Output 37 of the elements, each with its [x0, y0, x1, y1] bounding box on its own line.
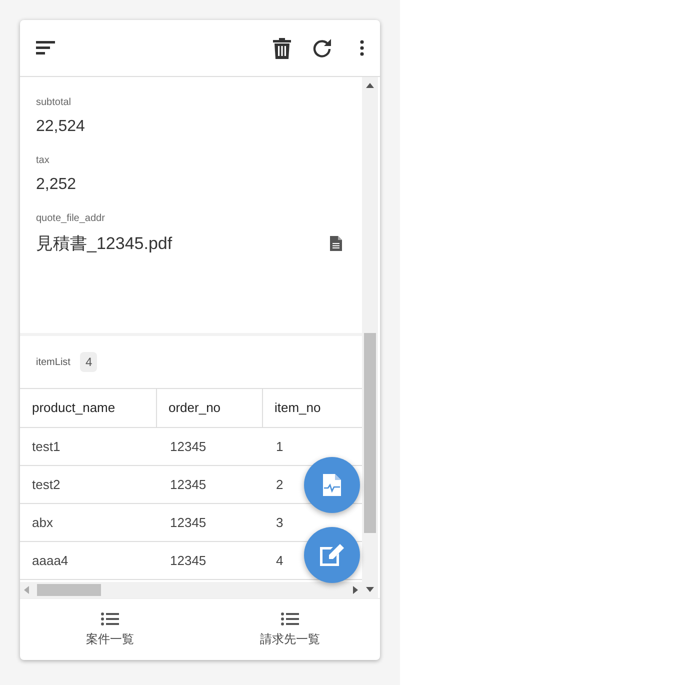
- field-label: subtotal: [36, 96, 72, 110]
- table-cell: test1: [20, 428, 156, 466]
- sort-icon[interactable]: [36, 41, 56, 55]
- file-chart-button[interactable]: [304, 457, 360, 513]
- scroll-right-icon[interactable]: [353, 586, 358, 594]
- nav-tab[interactable]: 請求先一覧: [200, 599, 380, 660]
- column-header[interactable]: product_name: [20, 388, 156, 428]
- delete-icon[interactable]: [273, 38, 291, 58]
- table-cell: 12345: [156, 542, 262, 580]
- vertical-scrollbar[interactable]: [362, 77, 378, 598]
- table-cell: aaaa4: [20, 542, 156, 580]
- horizontal-scrollbar[interactable]: [20, 582, 362, 598]
- more-options-icon[interactable]: [360, 40, 364, 56]
- list-icon: [281, 612, 299, 626]
- document-icon[interactable]: [330, 236, 342, 252]
- item-list-label: itemList: [36, 356, 70, 370]
- column-header[interactable]: order_no: [156, 388, 262, 428]
- file-pulse-icon: [323, 474, 341, 496]
- table-cell: 12345: [156, 504, 262, 542]
- field-value: 2,252: [36, 175, 76, 195]
- scrollbar-thumb[interactable]: [364, 333, 376, 533]
- field-label: tax: [36, 154, 50, 168]
- edit-icon: [320, 544, 344, 566]
- list-icon: [101, 612, 119, 626]
- nav-tab[interactable]: 案件一覧: [20, 599, 200, 660]
- field-label: quote_file_addr: [36, 212, 106, 226]
- field-value: 22,524: [36, 117, 85, 137]
- table-cell: abx: [20, 504, 156, 542]
- count-badge: 4: [80, 352, 98, 372]
- table-cell: 12345: [156, 428, 262, 466]
- table-cell: test2: [20, 466, 156, 504]
- scroll-down-icon[interactable]: [366, 587, 374, 592]
- table-cell: 12345: [156, 466, 262, 504]
- edit-button[interactable]: [304, 527, 360, 583]
- scrollbar-thumb[interactable]: [37, 584, 101, 596]
- scroll-up-icon[interactable]: [366, 83, 374, 88]
- refresh-icon[interactable]: [312, 38, 332, 58]
